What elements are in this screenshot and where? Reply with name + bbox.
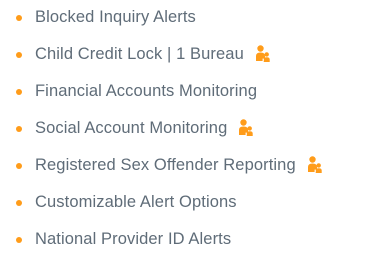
feature-label: Child Credit Lock | 1 Bureau <box>35 45 244 63</box>
feature-label: National Provider ID Alerts <box>35 230 232 248</box>
feature-label: Financial Accounts Monitoring <box>35 82 258 100</box>
bullet-icon <box>16 51 22 58</box>
list-item: Financial Accounts Monitoring <box>0 73 386 110</box>
bullet-icon <box>16 199 22 206</box>
bullet-icon <box>16 125 22 132</box>
feature-label: Registered Sex Offender Reporting <box>35 156 296 174</box>
family-icon <box>255 45 271 62</box>
bullet-icon <box>16 14 22 21</box>
feature-list: Blocked Inquiry Alerts Child Credit Lock… <box>0 0 386 258</box>
feature-label: Customizable Alert Options <box>35 193 237 211</box>
list-item: Blocked Inquiry Alerts <box>0 0 386 36</box>
feature-label: Blocked Inquiry Alerts <box>35 8 196 26</box>
bullet-icon <box>16 162 22 169</box>
list-item: Social Account Monitoring <box>0 110 386 147</box>
family-icon <box>307 156 323 173</box>
list-item: National Provider ID Alerts <box>0 221 386 258</box>
list-item: Child Credit Lock | 1 Bureau <box>0 36 386 73</box>
bullet-icon <box>16 236 22 243</box>
bullet-icon <box>16 88 22 95</box>
list-item: Customizable Alert Options <box>0 184 386 221</box>
list-item: Registered Sex Offender Reporting <box>0 147 386 184</box>
family-icon <box>238 119 254 136</box>
feature-label: Social Account Monitoring <box>35 119 228 137</box>
